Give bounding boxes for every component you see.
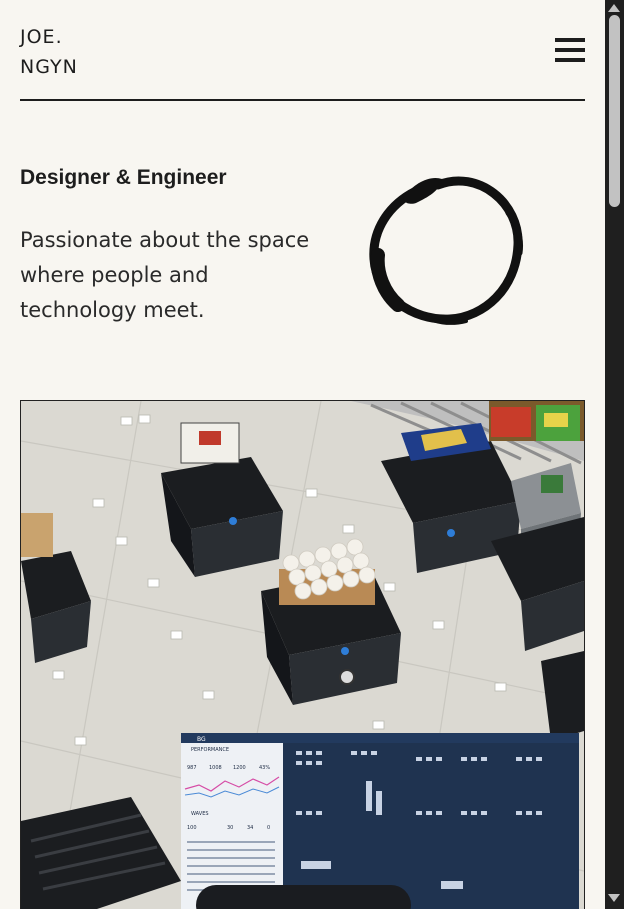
svg-text:1008: 1008 bbox=[209, 765, 222, 771]
site-logo[interactable]: JOE. NGYN bbox=[20, 22, 78, 82]
svg-text:987: 987 bbox=[187, 765, 197, 771]
svg-text:BG: BG bbox=[197, 736, 206, 743]
role-heading: Designer & Engineer bbox=[20, 166, 227, 189]
scrollbar[interactable] bbox=[605, 0, 624, 909]
svg-text:43%: 43% bbox=[259, 765, 270, 771]
svg-text:100: 100 bbox=[187, 825, 197, 831]
page: JOE. NGYN Designer & Engineer Passionate… bbox=[0, 0, 605, 909]
svg-text:1200: 1200 bbox=[233, 765, 246, 771]
svg-text:WAVES: WAVES bbox=[191, 811, 209, 817]
scrollbar-thumb[interactable] bbox=[609, 15, 620, 207]
svg-text:34: 34 bbox=[247, 825, 253, 831]
scroll-up-arrow-icon[interactable] bbox=[608, 4, 620, 12]
svg-text:30: 30 bbox=[227, 825, 233, 831]
header-divider bbox=[20, 99, 585, 101]
logo-line-2: NGYN bbox=[20, 56, 78, 78]
tagline-text: Passionate about the space where people … bbox=[20, 228, 310, 322]
dashboard-title: PERFORMANCE bbox=[191, 747, 229, 753]
enso-circle-icon bbox=[369, 176, 523, 325]
hamburger-menu-icon[interactable] bbox=[555, 38, 585, 64]
logo-line-1: JOE. bbox=[20, 26, 63, 48]
svg-text:0: 0 bbox=[267, 825, 270, 831]
scroll-down-arrow-icon[interactable] bbox=[608, 894, 620, 902]
hero-image: BG PERFORMANCE 987 1008 1200 43% WAVES 1… bbox=[20, 400, 585, 909]
